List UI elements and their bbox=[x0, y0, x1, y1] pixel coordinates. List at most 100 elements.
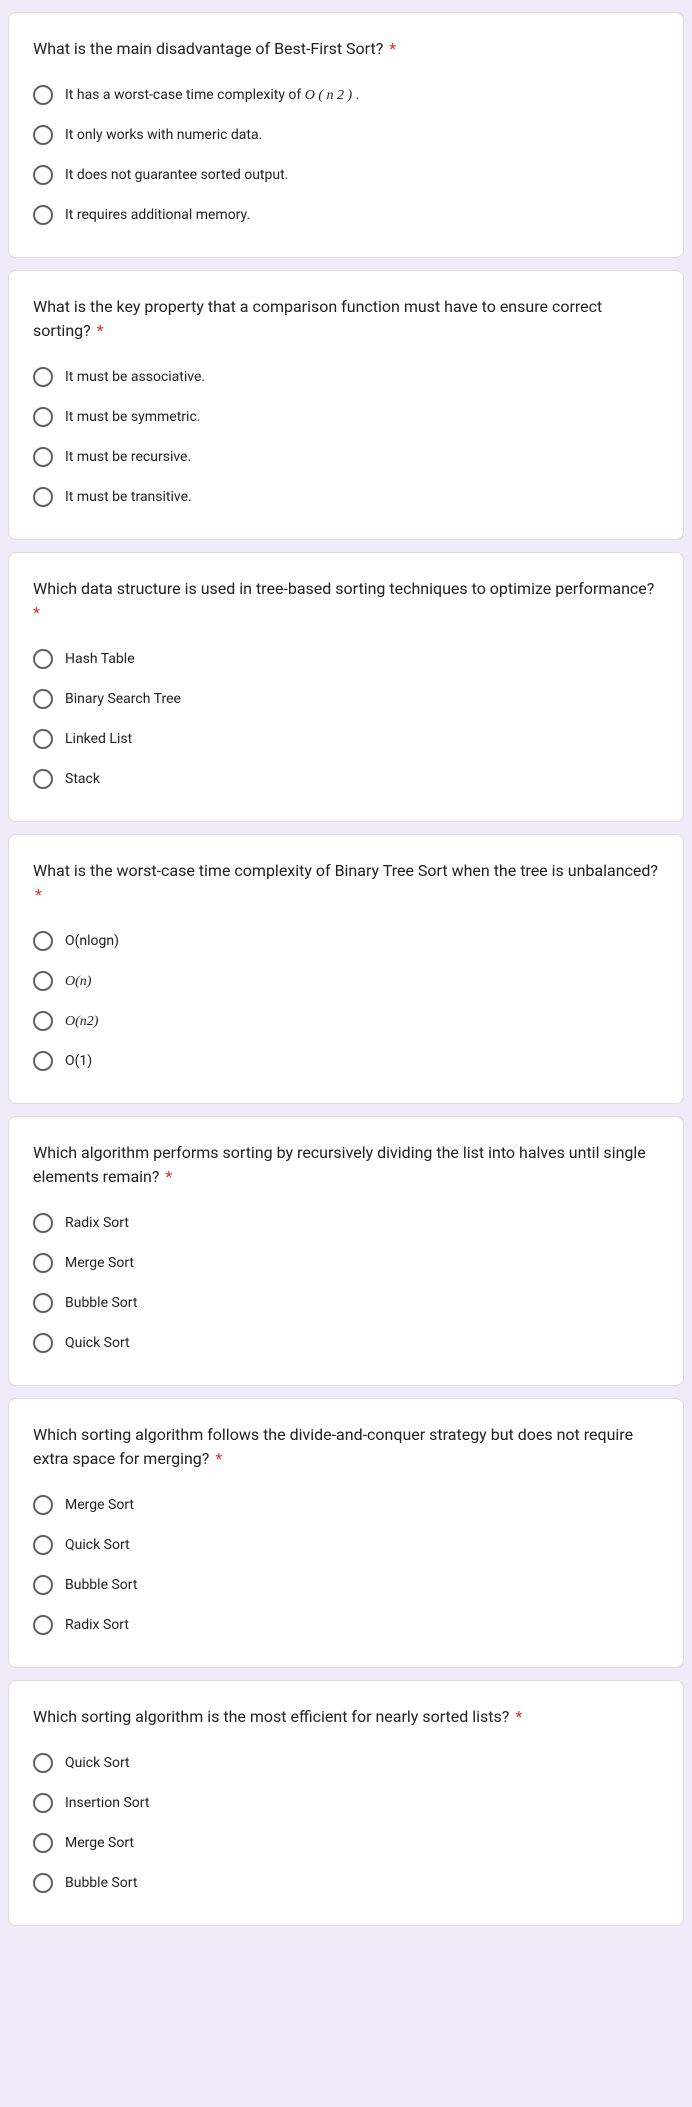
radio-icon[interactable] bbox=[33, 1535, 53, 1555]
radio-option[interactable]: Insertion Sort bbox=[33, 1785, 659, 1821]
option-text-pre: Linked List bbox=[65, 731, 132, 747]
required-marker: * bbox=[35, 885, 42, 904]
options-group: It has a worst-case time complexity of O… bbox=[33, 77, 659, 233]
radio-icon[interactable] bbox=[33, 1495, 53, 1515]
option-text-pre: Stack bbox=[65, 771, 100, 787]
option-text-pre: It must be transitive. bbox=[65, 489, 192, 505]
radio-option[interactable]: O(nlogn) bbox=[33, 923, 659, 959]
radio-icon[interactable] bbox=[33, 165, 53, 185]
radio-option[interactable]: Merge Sort bbox=[33, 1487, 659, 1523]
radio-icon[interactable] bbox=[33, 689, 53, 709]
radio-option[interactable]: Bubble Sort bbox=[33, 1285, 659, 1321]
radio-icon[interactable] bbox=[33, 1213, 53, 1233]
radio-option[interactable]: Quick Sort bbox=[33, 1325, 659, 1361]
radio-icon[interactable] bbox=[33, 367, 53, 387]
radio-icon[interactable] bbox=[33, 971, 53, 991]
radio-option[interactable]: Merge Sort bbox=[33, 1245, 659, 1281]
option-label: Bubble Sort bbox=[65, 1575, 137, 1595]
radio-icon[interactable] bbox=[33, 769, 53, 789]
radio-icon[interactable] bbox=[33, 931, 53, 951]
option-label: It requires additional memory. bbox=[65, 205, 250, 225]
question-label: Which data structure is used in tree-bas… bbox=[33, 579, 654, 598]
question-label: What is the worst-case time complexity o… bbox=[33, 861, 658, 880]
radio-icon[interactable] bbox=[33, 1615, 53, 1635]
radio-option[interactable]: Bubble Sort bbox=[33, 1567, 659, 1603]
question-text: What is the worst-case time complexity o… bbox=[33, 859, 659, 907]
radio-option[interactable]: It does not guarantee sorted output. bbox=[33, 157, 659, 193]
question-text: Which sorting algorithm follows the divi… bbox=[33, 1423, 659, 1471]
radio-icon[interactable] bbox=[33, 1051, 53, 1071]
option-text-pre: O(nlogn) bbox=[65, 933, 119, 949]
radio-option[interactable]: Merge Sort bbox=[33, 1825, 659, 1861]
radio-icon[interactable] bbox=[33, 205, 53, 225]
option-label: Binary Search Tree bbox=[65, 689, 181, 709]
radio-icon[interactable] bbox=[33, 487, 53, 507]
radio-icon[interactable] bbox=[33, 729, 53, 749]
required-marker: * bbox=[511, 1707, 522, 1726]
radio-option[interactable]: Hash Table bbox=[33, 641, 659, 677]
radio-icon[interactable] bbox=[33, 85, 53, 105]
option-text-pre: Bubble Sort bbox=[65, 1295, 137, 1311]
radio-option[interactable]: Binary Search Tree bbox=[33, 681, 659, 717]
question-text: Which data structure is used in tree-bas… bbox=[33, 577, 659, 625]
radio-option[interactable]: O(n2) bbox=[33, 1003, 659, 1039]
option-label: Insertion Sort bbox=[65, 1793, 149, 1813]
radio-option[interactable]: Quick Sort bbox=[33, 1527, 659, 1563]
radio-icon[interactable] bbox=[33, 1575, 53, 1595]
radio-icon[interactable] bbox=[33, 1873, 53, 1893]
option-text-pre: Merge Sort bbox=[65, 1255, 134, 1271]
radio-option[interactable]: Radix Sort bbox=[33, 1607, 659, 1643]
radio-option[interactable]: It must be transitive. bbox=[33, 479, 659, 515]
option-text-pre: It must be recursive. bbox=[65, 449, 191, 465]
radio-icon[interactable] bbox=[33, 1253, 53, 1273]
required-marker: * bbox=[93, 321, 104, 340]
required-marker: * bbox=[161, 1167, 172, 1186]
radio-option[interactable]: Quick Sort bbox=[33, 1745, 659, 1781]
radio-icon[interactable] bbox=[33, 649, 53, 669]
options-group: O(nlogn) O(n) O(n2) O(1) bbox=[33, 923, 659, 1079]
option-label: Merge Sort bbox=[65, 1253, 134, 1273]
radio-icon[interactable] bbox=[33, 1293, 53, 1313]
radio-option[interactable]: It must be recursive. bbox=[33, 439, 659, 475]
radio-option[interactable]: O(n) bbox=[33, 963, 659, 999]
option-text-styled: O ( n 2 ) bbox=[305, 88, 352, 103]
radio-option[interactable]: It must be associative. bbox=[33, 359, 659, 395]
option-label: Quick Sort bbox=[65, 1535, 130, 1555]
question-label: Which sorting algorithm follows the divi… bbox=[33, 1425, 633, 1468]
radio-icon[interactable] bbox=[33, 1011, 53, 1031]
radio-icon[interactable] bbox=[33, 125, 53, 145]
radio-option[interactable]: It only works with numeric data. bbox=[33, 117, 659, 153]
radio-option[interactable]: It has a worst-case time complexity of O… bbox=[33, 77, 659, 113]
option-text-pre: It must be associative. bbox=[65, 369, 205, 385]
option-text-pre: It requires additional memory. bbox=[65, 207, 250, 223]
radio-option[interactable]: It requires additional memory. bbox=[33, 197, 659, 233]
option-label: Radix Sort bbox=[65, 1615, 129, 1635]
radio-option[interactable]: It must be symmetric. bbox=[33, 399, 659, 435]
option-text-pre: Bubble Sort bbox=[65, 1875, 137, 1891]
option-label: Hash Table bbox=[65, 649, 135, 669]
radio-icon[interactable] bbox=[33, 1753, 53, 1773]
radio-icon[interactable] bbox=[33, 1833, 53, 1853]
option-label: It has a worst-case time complexity of O… bbox=[65, 85, 359, 106]
option-text-pre: Insertion Sort bbox=[65, 1795, 149, 1811]
question-card: Which sorting algorithm follows the divi… bbox=[8, 1398, 684, 1668]
question-label: Which algorithm performs sorting by recu… bbox=[33, 1143, 646, 1186]
option-label: Quick Sort bbox=[65, 1333, 130, 1353]
radio-option[interactable]: Stack bbox=[33, 761, 659, 797]
option-label: O(nlogn) bbox=[65, 931, 119, 951]
radio-option[interactable]: Bubble Sort bbox=[33, 1865, 659, 1901]
option-label: It must be transitive. bbox=[65, 487, 192, 507]
radio-icon[interactable] bbox=[33, 1333, 53, 1353]
radio-option[interactable]: O(1) bbox=[33, 1043, 659, 1079]
question-text: What is the key property that a comparis… bbox=[33, 295, 659, 343]
radio-icon[interactable] bbox=[33, 1793, 53, 1813]
radio-option[interactable]: Radix Sort bbox=[33, 1205, 659, 1241]
option-label: Linked List bbox=[65, 729, 132, 749]
option-label: O(n) bbox=[65, 971, 91, 992]
option-label: It only works with numeric data. bbox=[65, 125, 262, 145]
radio-option[interactable]: Linked List bbox=[33, 721, 659, 757]
radio-icon[interactable] bbox=[33, 447, 53, 467]
option-label: Bubble Sort bbox=[65, 1293, 137, 1313]
radio-icon[interactable] bbox=[33, 407, 53, 427]
option-label: It must be symmetric. bbox=[65, 407, 200, 427]
